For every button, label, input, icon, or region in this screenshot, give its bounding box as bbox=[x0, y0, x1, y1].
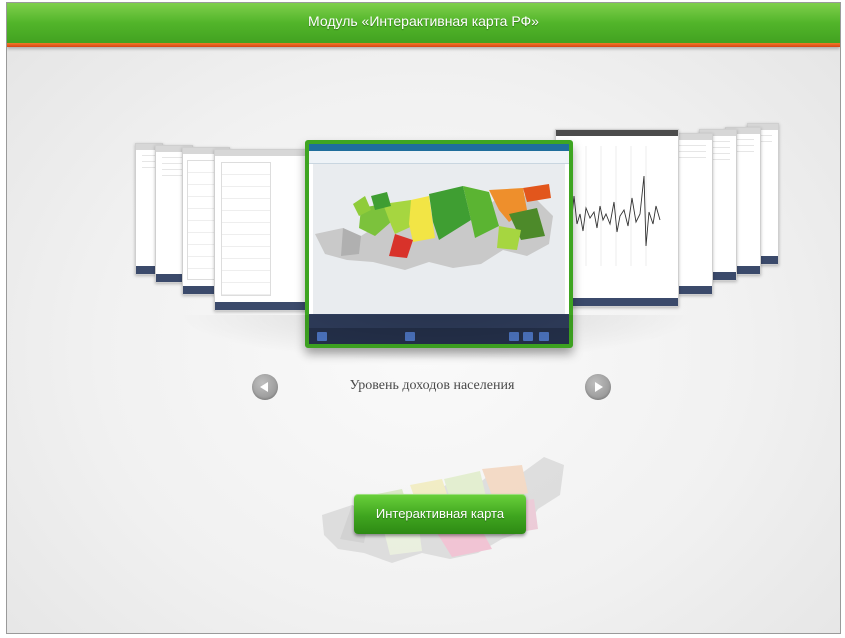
slide-caption: Уровень доходов населения bbox=[349, 378, 515, 393]
page-title: Модуль «Интерактивная карта РФ» bbox=[308, 13, 539, 29]
header-bar: Модуль «Интерактивная карта РФ» bbox=[7, 3, 840, 47]
carousel-shadow bbox=[157, 315, 717, 365]
carousel-thumbnail[interactable] bbox=[214, 149, 312, 311]
chevron-left-icon bbox=[260, 382, 268, 392]
interactive-map-button[interactable]: Интерактивная карта bbox=[354, 494, 526, 534]
header-accent-line bbox=[7, 43, 840, 47]
chevron-right-icon bbox=[595, 382, 603, 392]
line-chart-preview bbox=[563, 146, 661, 266]
app-window: Модуль «Интерактивная карта РФ» Уровень … bbox=[6, 2, 841, 634]
previous-slide-button[interactable] bbox=[252, 374, 278, 400]
carousel-thumbnail-chart[interactable] bbox=[555, 129, 679, 307]
russia-map-preview bbox=[315, 184, 553, 270]
next-slide-button[interactable] bbox=[585, 374, 611, 400]
